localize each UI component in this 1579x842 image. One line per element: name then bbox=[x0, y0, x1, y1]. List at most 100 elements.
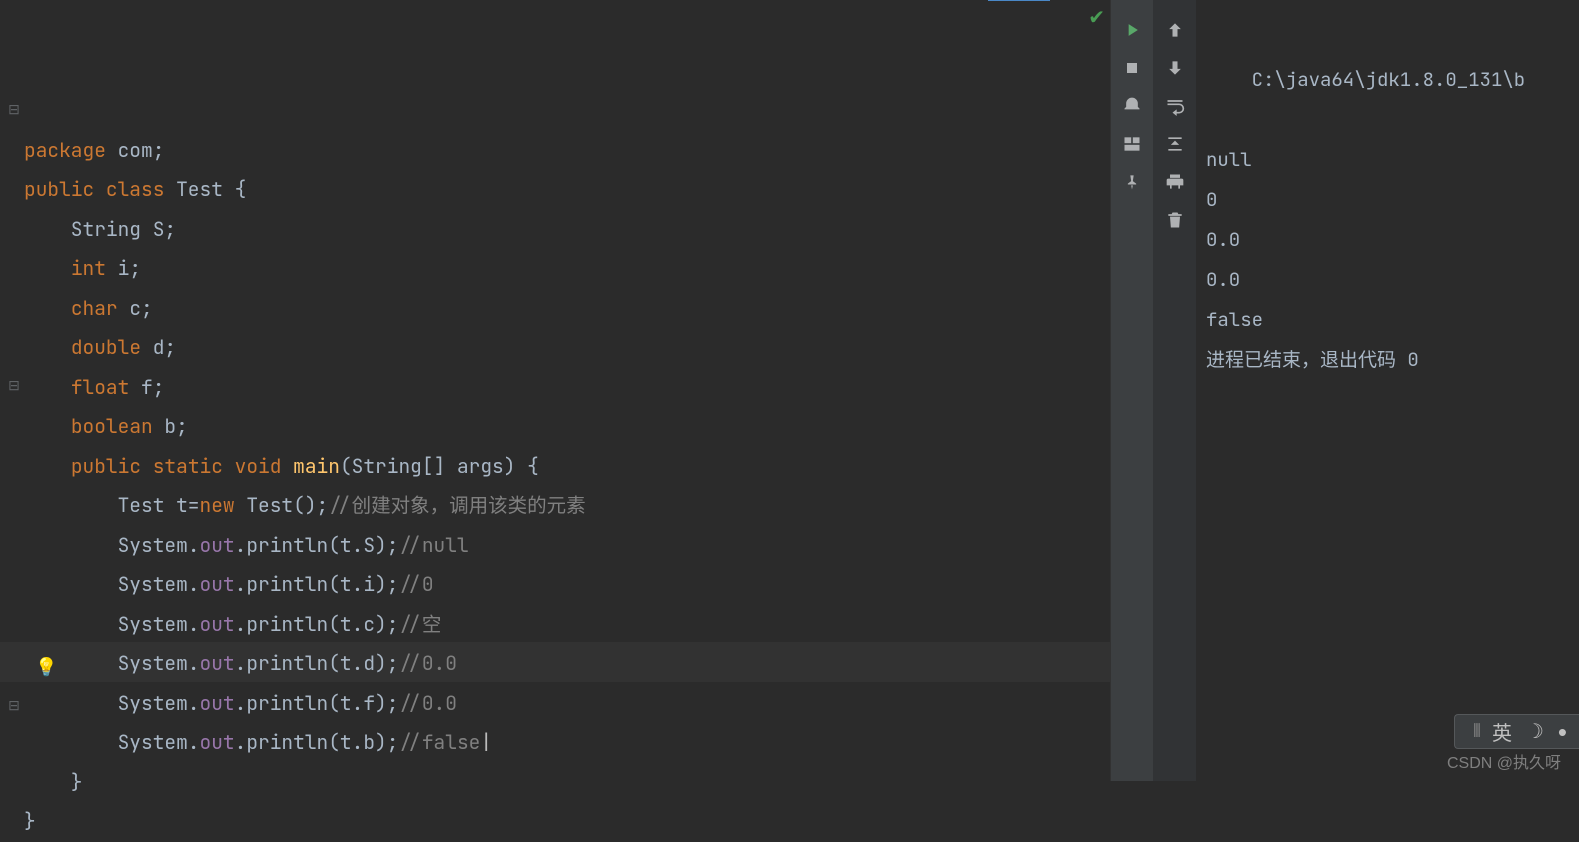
ime-language: 英 bbox=[1492, 717, 1512, 746]
code-token: //创建对象，调用该类的元素 bbox=[328, 492, 585, 518]
code-token: new bbox=[200, 492, 247, 518]
code-token: (String[] args) { bbox=[340, 453, 539, 479]
code-token bbox=[24, 453, 71, 479]
code-token: out bbox=[200, 532, 235, 558]
code-token bbox=[24, 255, 71, 281]
code-token bbox=[24, 334, 71, 360]
console-line: null bbox=[1206, 140, 1569, 180]
console-line: 0 bbox=[1206, 180, 1569, 220]
code-token: } bbox=[24, 769, 83, 795]
code-line[interactable]: Test t=new Test();//创建对象，调用该类的元素 bbox=[24, 486, 1110, 526]
code-token: System. bbox=[24, 690, 200, 716]
soft-wrap-icon[interactable] bbox=[1164, 96, 1186, 116]
code-token: Test { bbox=[176, 176, 246, 202]
code-token: float bbox=[71, 374, 141, 400]
code-line[interactable]: } bbox=[24, 802, 1110, 842]
debug-exit-icon[interactable] bbox=[1122, 96, 1142, 116]
code-token: //0.0 bbox=[398, 650, 457, 676]
up-icon[interactable] bbox=[1164, 20, 1186, 40]
editor-pane[interactable]: ✔ ⊟ ⊟ 💡 ⊟ package com;public class Test … bbox=[0, 0, 1110, 781]
code-token: out bbox=[200, 571, 235, 597]
code-token: c; bbox=[129, 295, 152, 321]
console-line: false bbox=[1206, 300, 1569, 340]
code-token: public static void bbox=[71, 453, 293, 479]
code-token: out bbox=[200, 729, 235, 755]
code-token: .println(t.f); bbox=[235, 690, 399, 716]
console-output[interactable]: C:\java64\jdk1.8.0_131\b null00.00.0fals… bbox=[1196, 0, 1579, 781]
code-line[interactable]: } bbox=[24, 763, 1110, 803]
code-line[interactable]: float f; bbox=[24, 368, 1110, 408]
code-token: System. bbox=[24, 571, 200, 597]
ime-indicator[interactable]: ⦀ 英 ☽ • bbox=[1454, 714, 1579, 749]
code-line[interactable]: package com; bbox=[24, 131, 1110, 171]
code-token: main bbox=[293, 453, 340, 479]
console-line: 进程已结束，退出代码 0 bbox=[1206, 340, 1569, 380]
moon-icon: ☽ bbox=[1526, 719, 1544, 744]
code-token: char bbox=[71, 295, 130, 321]
code-token: .println(t.d); bbox=[235, 650, 399, 676]
code-line[interactable]: int i; bbox=[24, 249, 1110, 289]
code-token: System. bbox=[24, 729, 200, 755]
code-token: //空 bbox=[398, 611, 441, 637]
code-line[interactable]: String S; bbox=[24, 210, 1110, 250]
trash-icon[interactable] bbox=[1164, 210, 1186, 230]
code-token: com; bbox=[118, 137, 165, 163]
console-line: 0.0 bbox=[1206, 260, 1569, 300]
code-line[interactable]: System.out.println(t.c);//空 bbox=[24, 605, 1110, 645]
code-token: System. bbox=[24, 611, 200, 637]
code-token: out bbox=[200, 690, 235, 716]
run-toolbar-right bbox=[1153, 0, 1196, 781]
text-cursor: | bbox=[480, 729, 492, 755]
code-token: .println(t.b); bbox=[235, 729, 399, 755]
code-token: out bbox=[200, 650, 235, 676]
pin-icon[interactable] bbox=[1122, 172, 1142, 192]
code-line[interactable]: System.out.println(t.b);//false| bbox=[24, 723, 1110, 763]
code-token: package bbox=[24, 137, 118, 163]
code-token: public class bbox=[24, 176, 176, 202]
scroll-to-end-icon[interactable] bbox=[1164, 134, 1186, 154]
code-line[interactable]: System.out.println(t.S);//null bbox=[24, 526, 1110, 566]
code-token bbox=[24, 413, 71, 439]
code-line[interactable]: boolean b; bbox=[24, 407, 1110, 447]
code-token: System. bbox=[24, 650, 200, 676]
code-line[interactable]: System.out.println(t.i);//0 bbox=[24, 565, 1110, 605]
code-token: f; bbox=[141, 374, 164, 400]
code-token: .println(t.S); bbox=[235, 532, 399, 558]
ime-bars-icon: ⦀ bbox=[1473, 721, 1478, 742]
code-line[interactable]: System.out.println(t.d);//0.0 bbox=[24, 644, 1110, 684]
code-token: out bbox=[200, 611, 235, 637]
run-icon[interactable] bbox=[1122, 20, 1142, 40]
layout-icon[interactable] bbox=[1122, 134, 1142, 154]
code-token: double bbox=[71, 334, 153, 360]
dot-icon: • bbox=[1558, 722, 1567, 742]
down-icon[interactable] bbox=[1164, 58, 1186, 78]
code-token: boolean bbox=[71, 413, 165, 439]
code-token: //0 bbox=[398, 571, 433, 597]
code-token: b; bbox=[164, 413, 187, 439]
code-line[interactable]: double d; bbox=[24, 328, 1110, 368]
code-token: System. bbox=[24, 532, 200, 558]
code-token: .println(t.i); bbox=[235, 571, 399, 597]
code-area[interactable]: package com;public class Test { String S… bbox=[0, 0, 1110, 842]
code-token: i; bbox=[118, 255, 141, 281]
jdk-path: C:\java64\jdk1.8.0_131\b bbox=[1252, 67, 1526, 92]
code-token: .println(t.c); bbox=[235, 611, 399, 637]
code-token: //false bbox=[398, 729, 480, 755]
code-line[interactable]: public class Test { bbox=[24, 170, 1110, 210]
code-token: } bbox=[24, 808, 36, 834]
run-toolbar-left bbox=[1110, 0, 1153, 781]
code-token: //null bbox=[398, 532, 468, 558]
code-token: String S; bbox=[24, 216, 176, 242]
code-token bbox=[24, 374, 71, 400]
code-token bbox=[24, 295, 71, 321]
watermark: CSDN @执久呀 bbox=[1447, 749, 1561, 773]
code-token: Test(); bbox=[246, 492, 328, 518]
stop-icon[interactable] bbox=[1122, 58, 1142, 78]
code-line[interactable]: char c; bbox=[24, 289, 1110, 329]
console-line: 0.0 bbox=[1206, 220, 1569, 260]
code-token: d; bbox=[153, 334, 176, 360]
code-token: int bbox=[71, 255, 118, 281]
code-line[interactable]: System.out.println(t.f);//0.0 bbox=[24, 684, 1110, 724]
code-line[interactable]: public static void main(String[] args) { bbox=[24, 447, 1110, 487]
print-icon[interactable] bbox=[1164, 172, 1186, 192]
